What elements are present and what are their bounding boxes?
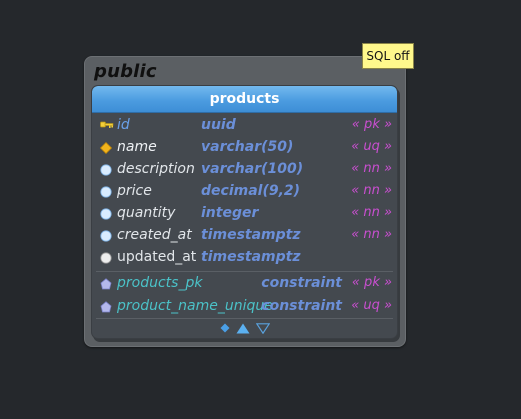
next-page-triangle-down-icon[interactable]: [255, 322, 270, 334]
table-object[interactable]: products id uuid « pk » name varchar(50)…: [91, 85, 398, 339]
primary-key-icon: [100, 120, 114, 132]
not-null-circle-icon: [100, 164, 112, 176]
column-constraint: « nn »: [351, 205, 392, 220]
column-name: quantity: [117, 205, 176, 221]
nullable-circle-icon: [100, 252, 112, 264]
column-type: varchar(50): [201, 139, 294, 155]
column-type: decimal(9,2): [201, 183, 301, 199]
sql-toggle-button[interactable]: SQL off: [362, 43, 414, 69]
column-row-quantity[interactable]: quantity integer « nn »: [92, 203, 397, 225]
constraint-icon: [100, 301, 112, 313]
column-row-id[interactable]: id uuid « pk »: [92, 115, 397, 137]
column-type: integer: [201, 205, 259, 221]
not-null-circle-icon: [100, 208, 112, 220]
constraints-divider: [96, 271, 393, 272]
constraint-name: products_pk: [117, 275, 203, 291]
column-name: created_at: [117, 227, 192, 243]
column-row-price[interactable]: price decimal(9,2) « nn »: [92, 181, 397, 203]
constraint-kind: « pk »: [351, 275, 392, 290]
constraint-row-products-pk[interactable]: products_pk constraint « pk »: [92, 273, 397, 295]
column-type: varchar(100): [201, 161, 304, 177]
constraint-type: constraint: [261, 275, 342, 291]
column-constraint: « nn »: [351, 161, 392, 176]
column-name: price: [117, 183, 152, 199]
column-type: timestamptz: [201, 227, 301, 243]
constraint-name: product_name_unique: [117, 298, 273, 314]
column-type: timestamptz: [201, 249, 301, 265]
table-title[interactable]: products: [92, 86, 397, 113]
column-constraint: « pk »: [351, 117, 392, 132]
unique-diamond-icon: [99, 141, 113, 155]
not-null-circle-icon: [100, 186, 112, 198]
constraint-type: constraint: [261, 298, 342, 314]
table-pagination-controls: [92, 318, 397, 338]
constraint-kind: « uq »: [351, 298, 392, 313]
schema-title: public: [94, 61, 157, 82]
column-type: uuid: [201, 117, 236, 133]
column-constraint: « uq »: [351, 139, 392, 154]
model-canvas[interactable]: public SQL off products id uuid « pk » n…: [0, 0, 521, 419]
column-name: description: [117, 161, 195, 177]
column-name: name: [117, 139, 157, 155]
column-name: id: [117, 117, 130, 133]
constraint-icon: [100, 278, 112, 290]
column-row-created-at[interactable]: created_at timestamptz « nn »: [92, 225, 397, 247]
column-constraint: « nn »: [351, 183, 392, 198]
column-name: updated_at: [117, 249, 197, 265]
not-null-circle-icon: [100, 230, 112, 242]
previous-page-triangle-up-icon[interactable]: [236, 323, 250, 334]
constraint-row-product-name-unique[interactable]: product_name_unique constraint « uq »: [92, 296, 397, 318]
toggle-attributes-diamond-icon[interactable]: [220, 323, 230, 333]
column-row-name[interactable]: name varchar(50) « uq »: [92, 137, 397, 159]
column-constraint: « nn »: [351, 227, 392, 242]
column-row-updated-at[interactable]: updated_at timestamptz: [92, 247, 397, 269]
column-row-description[interactable]: description varchar(100) « nn »: [92, 159, 397, 181]
